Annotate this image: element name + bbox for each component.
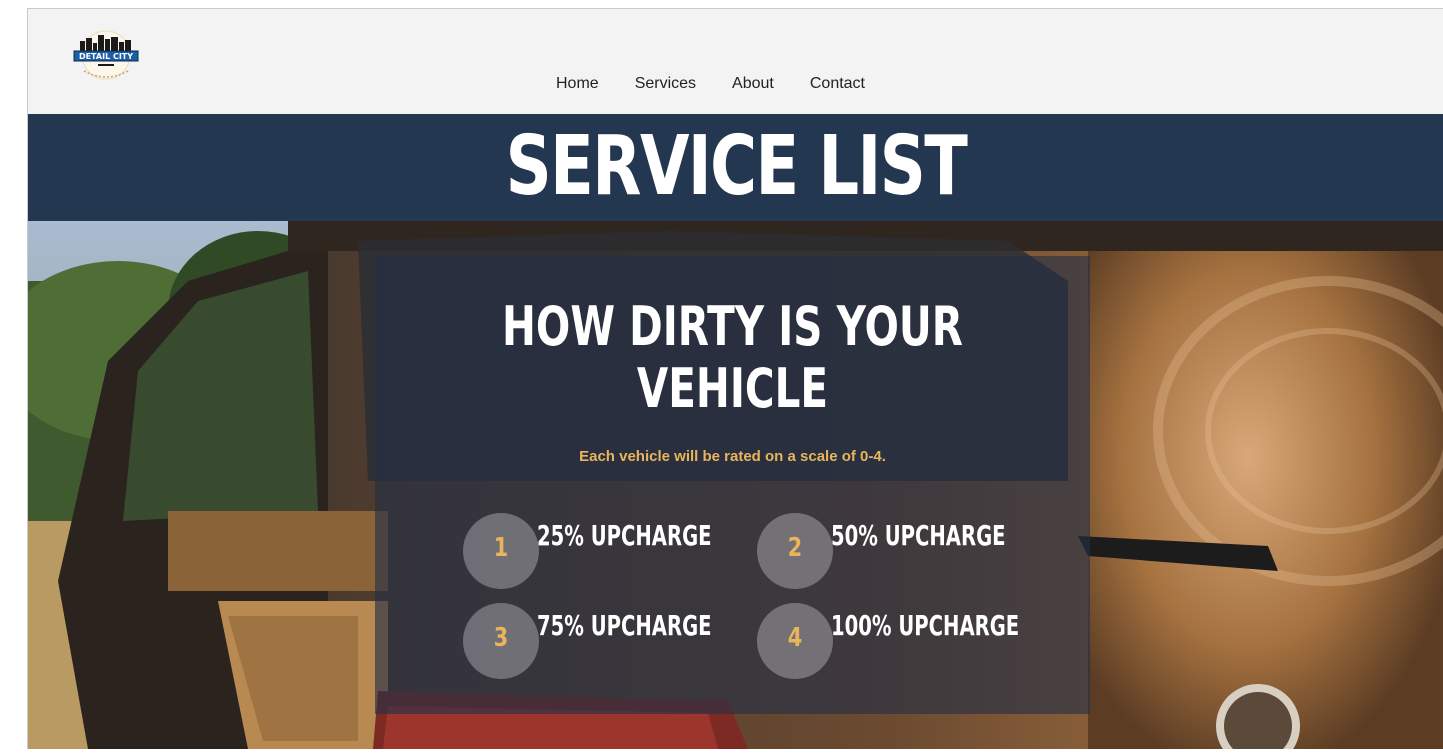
nav-services[interactable]: Services — [635, 75, 696, 93]
rating-item: 3 75% UPCHARGE — [463, 603, 763, 681]
rating-label: 75% UPCHARGE — [537, 609, 712, 642]
rating-number: 3 — [493, 623, 509, 653]
page-title: SERVICE LIST — [505, 119, 968, 214]
rating-label: 100% UPCHARGE — [831, 609, 1020, 642]
rating-number: 4 — [787, 623, 803, 653]
service-list-banner: SERVICE LIST — [28, 114, 1443, 221]
svg-text:DETAIL CITY: DETAIL CITY — [79, 52, 133, 61]
rating-number: 1 — [493, 533, 509, 563]
site-logo[interactable]: DETAIL CITY — [70, 29, 142, 87]
detail-city-logo-icon: DETAIL CITY — [73, 30, 139, 80]
site-header: DETAIL CITY Home Services About Contact — [28, 9, 1443, 114]
rating-item: 1 25% UPCHARGE — [463, 513, 763, 591]
rating-label: 50% UPCHARGE — [831, 519, 1006, 552]
rating-item: 4 100% UPCHARGE — [757, 603, 1057, 681]
rating-number: 2 — [787, 533, 803, 563]
rating-item: 2 50% UPCHARGE — [757, 513, 1057, 591]
nav-about[interactable]: About — [732, 75, 774, 93]
rating-scale-text: Each vehicle will be rated on a scale of… — [579, 448, 886, 465]
main-nav: Home Services About Contact — [556, 75, 865, 93]
nav-contact[interactable]: Contact — [810, 75, 865, 93]
nav-home[interactable]: Home — [556, 75, 599, 93]
hero-section: HOW DIRTY IS YOUR VEHICLE Each vehicle wi… — [28, 221, 1443, 749]
dirtiness-panel: HOW DIRTY IS YOUR VEHICLE Each vehicle wi… — [375, 256, 1090, 714]
dirtiness-heading: HOW DIRTY IS YOUR VEHICLE — [502, 295, 963, 420]
page: DETAIL CITY Home Services About Contact … — [27, 8, 1443, 749]
rating-label: 25% UPCHARGE — [537, 519, 712, 552]
